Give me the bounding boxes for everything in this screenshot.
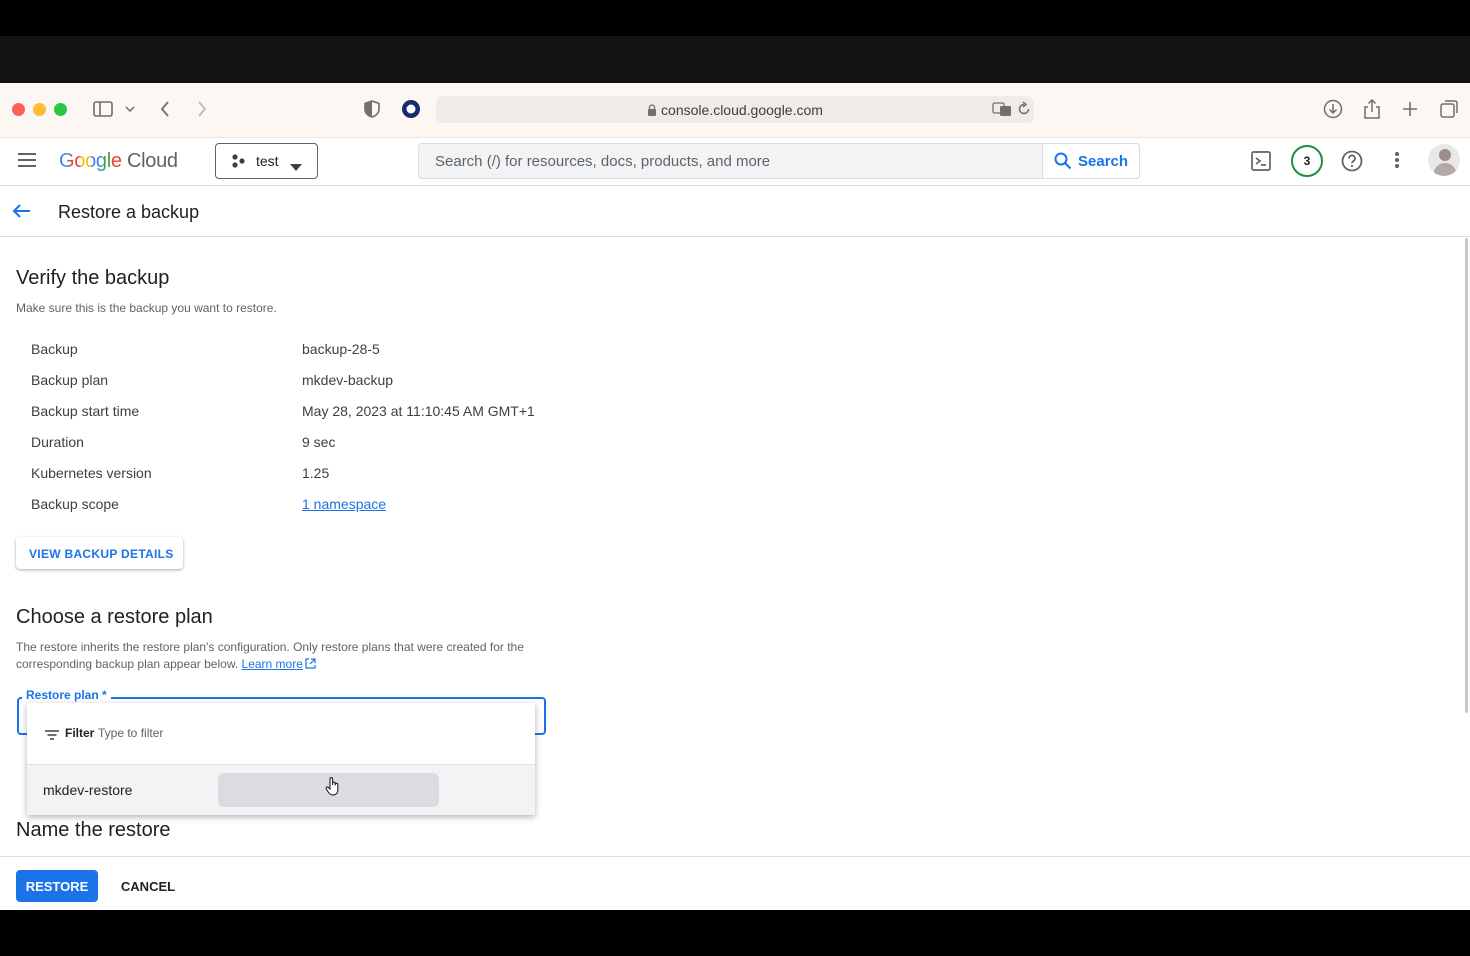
logo-cloud: Cloud: [126, 150, 178, 172]
cloud-shell-icon[interactable]: [1251, 151, 1271, 176]
restore-plan-heading: Choose a restore plan: [16, 606, 213, 628]
translate-icon[interactable]: [992, 101, 1012, 122]
filter-label: Filter: [65, 726, 95, 740]
restore-plan-description: The restore inherits the restore plan's …: [16, 639, 524, 674]
search-button[interactable]: Search: [1042, 143, 1140, 179]
detail-label: Backup: [31, 341, 78, 357]
screen-bottom-bar: [0, 910, 1470, 956]
dropdown-arrow-icon: [290, 158, 302, 176]
sidebar-icon[interactable]: [91, 97, 115, 121]
download-icon[interactable]: [1322, 97, 1344, 121]
screen-top-band: [0, 36, 1470, 83]
help-icon[interactable]: [1341, 150, 1363, 177]
learn-more-label: Learn more: [241, 657, 303, 671]
restore-plan-dropdown: Filter Type to filter mkdev-restore: [27, 703, 535, 815]
project-icon: [231, 153, 247, 174]
browser-window: console.cloud.google.com Google Cloud te…: [0, 83, 1470, 910]
close-window-button[interactable]: [12, 103, 25, 116]
notifications-badge[interactable]: 3: [1291, 145, 1323, 177]
zoom-window-button[interactable]: [54, 103, 67, 116]
menu-icon[interactable]: [17, 152, 37, 173]
backup-scope-link[interactable]: 1 namespace: [302, 496, 386, 512]
detail-value: 9 sec: [302, 434, 336, 450]
search-button-label: Search: [1078, 153, 1129, 170]
page-scrollbar[interactable]: [1465, 238, 1468, 713]
logo-google: Google: [59, 150, 122, 172]
address-bar[interactable]: console.cloud.google.com: [436, 96, 1034, 123]
restore-button[interactable]: RESTORE: [16, 870, 98, 902]
console-header: Google Cloud test Search (/) for resourc…: [0, 138, 1470, 186]
search-input[interactable]: Search (/) for resources, docs, products…: [418, 143, 1140, 179]
extension-icon[interactable]: [400, 97, 422, 121]
external-link-icon: [305, 657, 316, 674]
filter-icon: [45, 727, 59, 745]
back-arrow-icon[interactable]: [11, 203, 31, 224]
search-icon: [1054, 152, 1072, 175]
detail-label: Backup scope: [31, 496, 119, 512]
restore-button-label: RESTORE: [25, 879, 89, 894]
detail-label: Duration: [31, 434, 84, 450]
verify-description: Make sure this is the backup you want to…: [16, 301, 277, 315]
action-footer: RESTORE CANCEL: [0, 856, 1470, 910]
restore-plan-description-line2-wrap: corresponding backup plan appear below. …: [16, 656, 524, 674]
detail-value: backup-28-5: [302, 341, 380, 357]
detail-value: 1.25: [302, 465, 330, 481]
google-cloud-logo[interactable]: Google Cloud: [59, 150, 178, 173]
minimize-window-button[interactable]: [33, 103, 46, 116]
view-backup-details-button[interactable]: VIEW BACKUP DETAILS: [16, 537, 183, 569]
detail-value: mkdev-backup: [302, 372, 394, 388]
page-title: Restore a backup: [58, 202, 200, 222]
search-placeholder: Search (/) for resources, docs, products…: [435, 153, 771, 170]
restore-plan-option-label: mkdev-restore: [43, 782, 133, 798]
project-name: test: [256, 153, 279, 169]
restore-plan-option[interactable]: mkdev-restore: [27, 765, 535, 815]
share-icon[interactable]: [1361, 97, 1383, 121]
lock-icon: [647, 103, 657, 119]
hand-cursor-icon: [325, 776, 341, 801]
restore-plan-description-line2: corresponding backup plan appear below.: [16, 657, 239, 671]
new-tab-icon[interactable]: [1399, 97, 1421, 121]
forward-icon[interactable]: [193, 97, 211, 121]
detail-label: Backup start time: [31, 403, 140, 419]
cancel-button[interactable]: CANCEL: [112, 870, 184, 902]
cancel-button-label: CANCEL: [120, 879, 176, 894]
detail-value: May 28, 2023 at 11:10:45 AM GMT+1: [302, 403, 535, 419]
restore-plan-label: Restore plan *: [22, 688, 111, 702]
main-content: Verify the backup Make sure this is the …: [0, 237, 1470, 857]
chevron-down-icon[interactable]: [123, 97, 137, 121]
filter-input[interactable]: Filter Type to filter: [27, 703, 535, 765]
project-selector[interactable]: test: [215, 143, 318, 179]
view-backup-details-label: VIEW BACKUP DETAILS: [29, 547, 174, 561]
filter-placeholder: Type to filter: [98, 726, 164, 740]
back-icon[interactable]: [156, 97, 174, 121]
detail-label: Backup plan: [31, 372, 109, 388]
reload-icon[interactable]: [1017, 101, 1031, 122]
shield-icon[interactable]: [362, 97, 382, 121]
screen-top-bar: [0, 0, 1470, 36]
avatar[interactable]: [1428, 144, 1460, 176]
learn-more-link[interactable]: Learn more: [242, 657, 316, 671]
page-title-bar: Restore a backup: [0, 186, 1470, 237]
detail-label: Kubernetes version: [31, 465, 152, 481]
name-restore-heading: Name the restore: [16, 819, 171, 841]
tab-overview-icon[interactable]: [1438, 97, 1460, 121]
verify-heading: Verify the backup: [16, 267, 170, 289]
browser-toolbar: console.cloud.google.com: [0, 83, 1470, 138]
restore-plan-description-line1: The restore inherits the restore plan's …: [16, 640, 524, 654]
address-url: console.cloud.google.com: [661, 102, 823, 118]
more-options-icon[interactable]: [1394, 151, 1400, 174]
